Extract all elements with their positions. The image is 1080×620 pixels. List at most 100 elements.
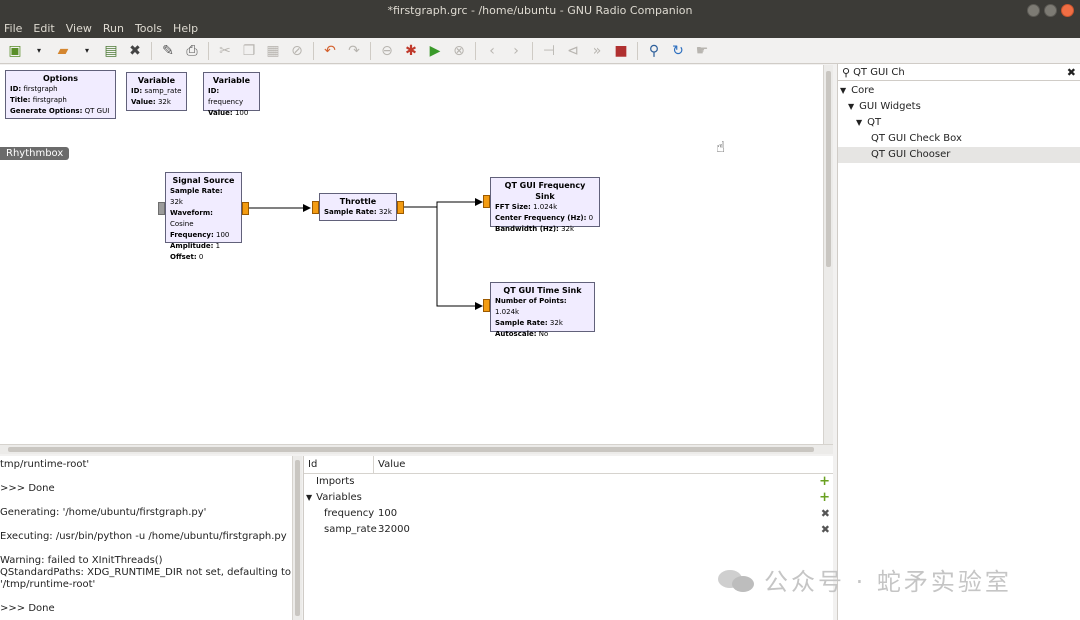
- connections: [249, 198, 483, 310]
- toolbar-separator: [475, 41, 476, 60]
- bypass-icon[interactable]: ⊣: [538, 40, 560, 62]
- options-block[interactable]: Options ID: firstgraph Title: firstgraph…: [5, 70, 116, 119]
- cut-icon[interactable]: ✂: [214, 40, 236, 62]
- tree-item[interactable]: ▼ Core: [838, 83, 1080, 99]
- rotate-left-icon[interactable]: ‹: [481, 40, 503, 62]
- scrollbar-thumb[interactable]: [295, 460, 300, 616]
- run-icon[interactable]: ▶: [424, 40, 446, 62]
- open-dropdown-icon[interactable]: ▾: [76, 40, 98, 62]
- throttle-output-port[interactable]: [397, 201, 404, 214]
- edit-icon[interactable]: ✎: [157, 40, 179, 62]
- clear-search-icon[interactable]: ✖: [1067, 66, 1076, 79]
- menu-tools[interactable]: Tools: [135, 22, 162, 38]
- window-controls: [1027, 4, 1074, 17]
- generate-icon[interactable]: ✱: [400, 40, 422, 62]
- freq-sink-input-port[interactable]: [483, 195, 490, 208]
- variable-value[interactable]: 32000: [378, 522, 410, 538]
- throttle-block[interactable]: Throttle Sample Rate: 32k: [319, 193, 397, 221]
- block-title: QT GUI Time Sink: [503, 286, 582, 295]
- find-icon[interactable]: ⚲: [643, 40, 665, 62]
- save-icon[interactable]: ▤: [100, 40, 122, 62]
- search-icon: ⚲: [842, 65, 851, 79]
- menu-view[interactable]: View: [66, 22, 92, 38]
- close-window-button[interactable]: [1061, 4, 1074, 17]
- maximize-button[interactable]: [1044, 4, 1057, 17]
- new-dropdown-icon[interactable]: ▾: [28, 40, 50, 62]
- variable-id: frequency: [324, 508, 375, 519]
- print-icon[interactable]: ⎙: [181, 40, 203, 62]
- menu-run[interactable]: Run: [103, 22, 124, 38]
- block-param: Autoscale: No: [495, 330, 549, 338]
- block-param: Offset: 0: [170, 253, 204, 261]
- disable-icon[interactable]: ⊖: [376, 40, 398, 62]
- signal-source-block[interactable]: Signal Source Sample Rate: 32k Waveform:…: [165, 172, 242, 261]
- tree-item[interactable]: QT GUI Check Box: [838, 131, 1080, 147]
- redo-icon[interactable]: ↷: [343, 40, 365, 62]
- new-icon[interactable]: ▣: [4, 40, 26, 62]
- tree-item-label: GUI Widgets: [859, 101, 921, 112]
- remove-icon[interactable]: ✖: [821, 506, 830, 522]
- block-param: Value: 100: [208, 109, 249, 117]
- throttle-input-port[interactable]: [312, 201, 319, 214]
- console-line: >>> Done: [0, 603, 55, 614]
- expander-arrow-icon[interactable]: ▼: [306, 493, 312, 502]
- signal-source-input-port[interactable]: [158, 202, 165, 215]
- add-icon[interactable]: +: [819, 490, 830, 506]
- paste-icon[interactable]: ▦: [262, 40, 284, 62]
- variable-table-header: Id Value: [304, 456, 833, 474]
- tree-item[interactable]: QT GUI Chooser: [838, 147, 1080, 163]
- enable-icon[interactable]: ⊲: [562, 40, 584, 62]
- menu-help[interactable]: Help: [173, 22, 198, 38]
- canvas-horizontal-scrollbar[interactable]: [0, 444, 833, 454]
- menu-file[interactable]: File: [4, 22, 22, 38]
- console-scrollbar[interactable]: [292, 456, 302, 620]
- delete-icon[interactable]: ⊘: [286, 40, 308, 62]
- expander-arrow-icon[interactable]: ▼: [856, 118, 862, 127]
- console-line: >>> Done: [0, 483, 55, 494]
- open-icon[interactable]: ▰: [52, 40, 74, 62]
- tree-item[interactable]: ▼ GUI Widgets: [838, 99, 1080, 115]
- expander-arrow-icon[interactable]: ▼: [848, 102, 854, 111]
- flowgraph-canvas[interactable]: Options ID: firstgraph Title: firstgraph…: [0, 65, 823, 444]
- close-icon[interactable]: ✖: [124, 40, 146, 62]
- forward-icon[interactable]: »: [586, 40, 608, 62]
- copy-icon[interactable]: ❐: [238, 40, 260, 62]
- variable-block-frequency[interactable]: Variable ID: frequency Value: 100: [203, 72, 260, 117]
- toolbar-separator: [208, 41, 209, 60]
- add-icon[interactable]: +: [819, 474, 830, 490]
- scrollbar-thumb[interactable]: [8, 447, 814, 452]
- block-param: Sample Rate: 32k: [495, 319, 563, 327]
- tree-item[interactable]: ▼ QT: [838, 115, 1080, 131]
- kill-icon[interactable]: ■: [610, 40, 632, 62]
- variable-row[interactable]: Imports +: [304, 474, 833, 490]
- variable-row[interactable]: ▼ Variables +: [304, 490, 833, 506]
- block-tree: ▼ Core ▼ GUI Widgets ▼ QT QT GUI Check Box QT G…: [838, 81, 1080, 163]
- time-sink-input-port[interactable]: [483, 299, 490, 312]
- block-search-input[interactable]: [853, 66, 1064, 78]
- qt-gui-time-sink-block[interactable]: QT GUI Time Sink Number of Points: 1.024…: [490, 282, 595, 338]
- menu-edit[interactable]: Edit: [33, 22, 54, 38]
- signal-source-output-port[interactable]: [242, 202, 249, 215]
- console-line: Executing: /usr/bin/python -u /home/ubun…: [0, 531, 287, 542]
- variable-row[interactable]: frequency 100 ✖: [304, 506, 833, 522]
- remove-icon[interactable]: ✖: [821, 522, 830, 538]
- block-title: QT GUI Frequency Sink: [504, 181, 586, 201]
- block-param: Sample Rate: 32k: [324, 208, 392, 216]
- scrollbar-thumb[interactable]: [826, 71, 831, 267]
- block-param: Waveform: Cosine: [170, 209, 213, 228]
- stop-icon[interactable]: ⊗: [448, 40, 470, 62]
- minimize-button[interactable]: [1027, 4, 1040, 17]
- expander-arrow-icon[interactable]: ▼: [840, 86, 846, 95]
- rotate-right-icon[interactable]: ›: [505, 40, 527, 62]
- column-value: Value: [378, 459, 406, 470]
- qt-gui-frequency-sink-block[interactable]: QT GUI Frequency Sink FFT Size: 1.024k C…: [490, 177, 600, 233]
- canvas-vertical-scrollbar[interactable]: [823, 65, 833, 444]
- variable-block-samp-rate[interactable]: Variable ID: samp_rate Value: 32k: [126, 72, 187, 111]
- variable-row[interactable]: samp_rate 32000 ✖: [304, 522, 833, 538]
- reload-icon[interactable]: ↻: [667, 40, 689, 62]
- block-param: Bandwidth (Hz): 32k: [495, 225, 575, 233]
- hand-tool-icon[interactable]: ☛: [691, 40, 713, 62]
- block-param: ID: samp_rate: [131, 87, 182, 95]
- undo-icon[interactable]: ↶: [319, 40, 341, 62]
- variable-value[interactable]: 100: [378, 506, 397, 522]
